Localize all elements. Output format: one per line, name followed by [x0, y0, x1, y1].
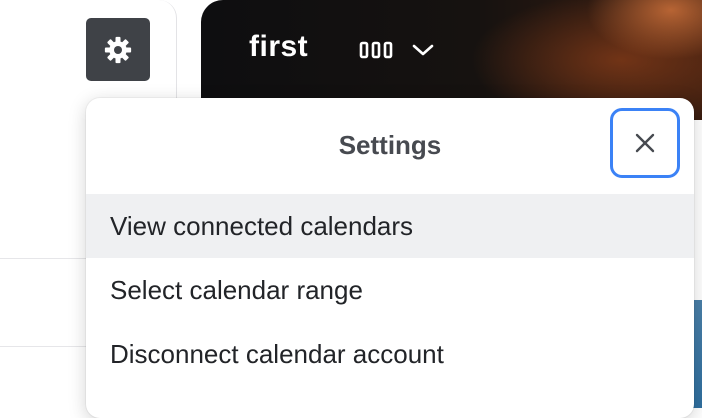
popover-title: Settings [338, 130, 442, 160]
columns-view-icon [359, 41, 393, 59]
chevron-down-icon [412, 44, 434, 56]
view-toggle[interactable] [359, 37, 435, 63]
calendar-title: first [249, 30, 309, 63]
menu-item-disconnect-calendar-account[interactable]: Disconnect calendar account [86, 322, 694, 386]
settings-button[interactable] [86, 18, 150, 81]
gear-icon [104, 36, 132, 63]
settings-popover: Settings View connected calendars Select… [86, 98, 694, 418]
close-button[interactable] [610, 108, 680, 178]
menu-item-view-connected-calendars[interactable]: View connected calendars [86, 194, 694, 258]
close-icon [635, 133, 655, 153]
menu-item-select-calendar-range[interactable]: Select calendar range [86, 258, 694, 322]
